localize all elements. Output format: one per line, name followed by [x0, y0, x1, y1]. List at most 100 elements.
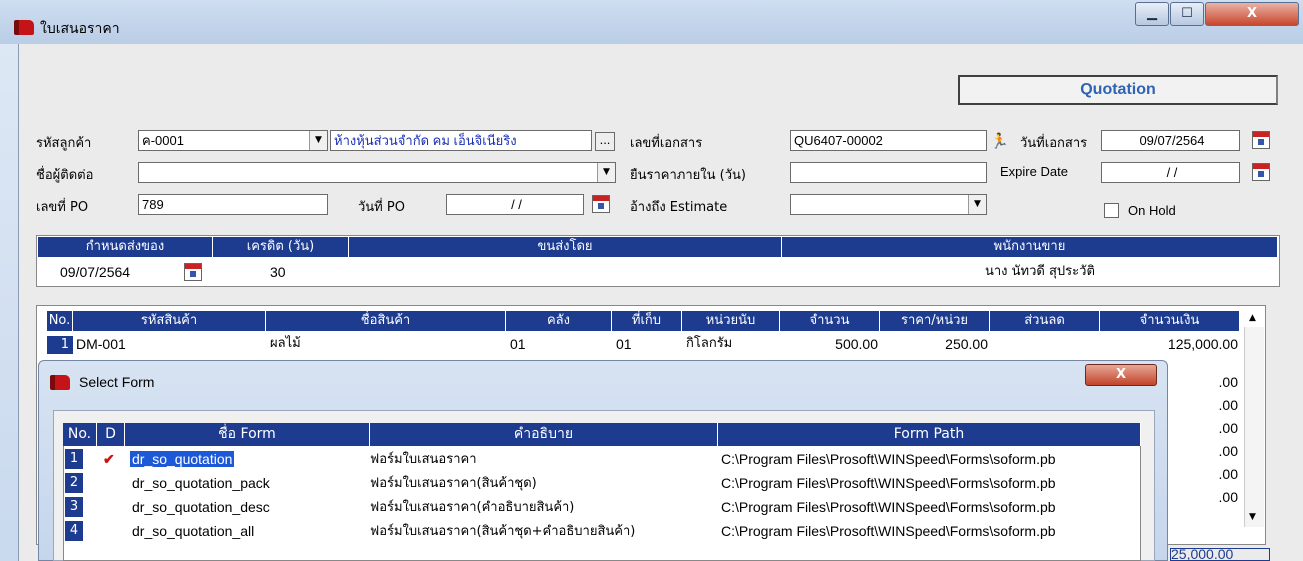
po-no-label: เลขที่ PO — [36, 200, 89, 215]
on-hold-label: On Hold — [1128, 203, 1176, 218]
delivery-date-header: กำหนดส่งของ — [38, 237, 213, 257]
credit-days-header: เครดิต (วัน) — [213, 237, 349, 257]
close-button[interactable]: X — [1205, 2, 1299, 26]
item-code[interactable]: DM-001 — [76, 334, 126, 354]
form-name-selected: dr_so_quotation — [130, 451, 235, 467]
maximize-button[interactable]: ☐ — [1170, 2, 1204, 26]
doc-no-field[interactable]: QU6407-00002 — [790, 130, 987, 151]
item-unit[interactable]: กิโลกรัม — [686, 334, 732, 354]
form-desc[interactable]: ฟอร์มใบเสนอราคา — [370, 448, 477, 471]
expire-date-calendar-icon[interactable] — [1252, 163, 1270, 181]
form-name[interactable]: dr_so_quotation_desc — [132, 496, 270, 519]
doc-date-field[interactable]: 09/07/2564 — [1101, 130, 1240, 151]
scroll-up-icon[interactable]: ▲ — [1249, 313, 1256, 323]
col-no-header: No. — [47, 311, 73, 331]
form-row[interactable]: 3 dr_so_quotation_desc ฟอร์มใบเสนอราคา(ค… — [63, 496, 1141, 519]
customer-code-value: ค-0001 — [142, 133, 184, 148]
form-name[interactable]: dr_so_quotation — [130, 448, 235, 471]
contact-combo[interactable] — [138, 162, 616, 183]
contact-label: ชื่อผู้ติดต่อ — [36, 168, 94, 183]
ref-estimate-combo[interactable] — [790, 194, 987, 215]
form-row[interactable]: 2 dr_so_quotation_pack ฟอร์มใบเสนอราคา(ส… — [63, 472, 1141, 495]
scroll-down-icon[interactable]: ▼ — [1249, 512, 1256, 522]
ref-estimate-dropdown-icon[interactable]: ▼ — [968, 195, 986, 214]
form-name[interactable]: dr_so_quotation_pack — [132, 472, 270, 495]
delivery-date-value[interactable]: 09/07/2564 — [60, 262, 130, 282]
col-unit-header: หน่วยนับ — [682, 311, 780, 331]
item-name[interactable]: ผลไม้ — [270, 334, 301, 354]
col-warehouse-header: คลัง — [506, 311, 612, 331]
po-date-calendar-icon[interactable] — [592, 195, 610, 213]
customer-code-dropdown-icon[interactable]: ▼ — [309, 131, 327, 150]
total-amount: 25,000.00 — [1170, 548, 1270, 561]
customer-name-field[interactable]: ห้างหุ้นส่วนจำกัด คม เอ็นจิเนียริง — [330, 130, 592, 151]
col-location-header: ที่เก็บ — [612, 311, 682, 331]
form-path[interactable]: C:\Program Files\Prosoft\WINSpeed\Forms\… — [721, 520, 1139, 543]
contact-dropdown-icon[interactable]: ▼ — [597, 163, 615, 182]
confirm-days-field[interactable] — [790, 162, 987, 183]
salesperson-header: พนักงานขาย — [782, 237, 1278, 257]
form-row-number: 2 — [65, 473, 83, 493]
item-discount[interactable] — [990, 334, 1098, 354]
doc-date-calendar-icon[interactable] — [1252, 131, 1270, 149]
customer-code-label: รหัสลูกค้า — [36, 136, 92, 151]
amount-cell: .00 — [1218, 374, 1238, 390]
form-row[interactable]: 1 ✔ dr_so_quotation ฟอร์มใบเสนอราคา C:\P… — [63, 448, 1141, 471]
dialog-title: Select Form — [79, 374, 155, 390]
item-warehouse[interactable]: 01 — [510, 334, 526, 354]
item-amount[interactable]: 125,000.00 — [1100, 334, 1238, 354]
item-price[interactable]: 250.00 — [880, 334, 988, 354]
col-amount-header: จำนวนเงิน — [1100, 311, 1240, 331]
form-desc[interactable]: ฟอร์มใบเสนอราคา(สินค้าชุด) — [370, 472, 537, 495]
dialog-close-button[interactable]: X — [1085, 364, 1157, 386]
quotation-book-icon — [14, 20, 34, 39]
col-name-header: ชื่อสินค้า — [266, 311, 506, 331]
dlg-col-no-header: No. — [63, 423, 97, 446]
po-date-label: วันที่ PO — [358, 200, 405, 215]
amount-cell: .00 — [1218, 466, 1238, 482]
expire-date-label: Expire Date — [1000, 164, 1068, 179]
amount-cell: .00 — [1218, 420, 1238, 436]
item-location[interactable]: 01 — [616, 334, 632, 354]
doc-date-label: วันที่เอกสาร — [1020, 136, 1088, 151]
amount-cell: .00 — [1218, 443, 1238, 459]
customer-browse-button[interactable]: ... — [595, 132, 615, 151]
col-discount-header: ส่วนลด — [990, 311, 1100, 331]
minimize-button[interactable]: ▁ — [1135, 2, 1169, 26]
dialog-book-icon — [50, 375, 70, 394]
form-path[interactable]: C:\Program Files\Prosoft\WINSpeed\Forms\… — [721, 472, 1139, 495]
row-number: 1 — [47, 336, 73, 354]
running-man-icon[interactable]: 🏃 — [990, 132, 1010, 150]
form-row[interactable]: 4 dr_so_quotation_all ฟอร์มใบเสนอราคา(สิ… — [63, 520, 1141, 543]
customer-code-combo[interactable]: ค-0001 — [138, 130, 328, 151]
form-desc[interactable]: ฟอร์มใบเสนอราคา(คำอธิบายสินค้า) — [370, 496, 574, 519]
po-date-field[interactable]: / / — [446, 194, 584, 215]
form-desc[interactable]: ฟอร์มใบเสนอราคา(สินค้าชุด+คำอธิบายสินค้า… — [370, 520, 635, 543]
dlg-col-d-header: D — [97, 423, 125, 446]
delivery-date-calendar-icon[interactable] — [184, 263, 202, 281]
item-qty[interactable]: 500.00 — [780, 334, 878, 354]
window-title: ใบเสนอราคา — [40, 21, 120, 37]
amount-cell: .00 — [1218, 489, 1238, 505]
form-path[interactable]: C:\Program Files\Prosoft\WINSpeed\Forms\… — [721, 448, 1139, 471]
dlg-col-name-header: ชื่อ Form — [125, 423, 370, 446]
form-path[interactable]: C:\Program Files\Prosoft\WINSpeed\Forms\… — [721, 496, 1139, 519]
col-qty-header: จำนวน — [780, 311, 880, 331]
confirm-days-label: ยืนราคาภายใน (วัน) — [630, 168, 746, 183]
credit-days-value[interactable]: 30 — [270, 262, 286, 282]
doc-type-title: Quotation — [958, 75, 1278, 105]
items-scrollbar[interactable] — [1244, 327, 1264, 527]
on-hold-checkbox[interactable] — [1104, 203, 1119, 218]
amount-cell: .00 — [1218, 397, 1238, 413]
expire-date-field[interactable]: / / — [1101, 162, 1240, 183]
ship-by-header: ขนส่งโดย — [349, 237, 782, 257]
col-code-header: รหัสสินค้า — [73, 311, 266, 331]
title-bar — [0, 0, 1303, 44]
po-no-field[interactable]: 789 — [138, 194, 328, 215]
salesperson-value[interactable]: นาง นัทวดี สุประวัติ — [985, 262, 1095, 282]
default-check-icon[interactable]: ✔ — [103, 448, 115, 471]
dlg-col-path-header: Form Path — [718, 423, 1141, 446]
col-price-header: ราคา/หน่วย — [880, 311, 990, 331]
form-name[interactable]: dr_so_quotation_all — [132, 520, 254, 543]
ref-estimate-label: อ้างถึง Estimate — [630, 200, 728, 215]
